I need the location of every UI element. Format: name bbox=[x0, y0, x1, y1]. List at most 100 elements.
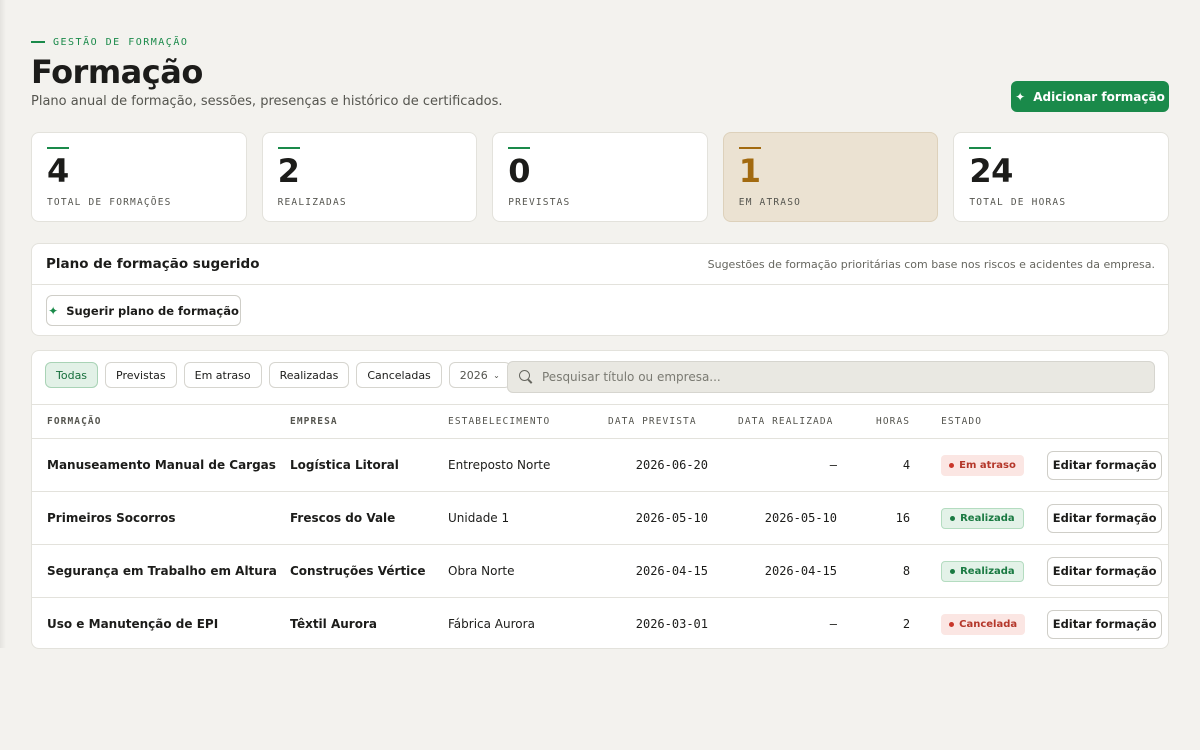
cell-actions: Editar formação bbox=[1047, 492, 1168, 545]
suggest-plan-label: Sugerir plano de formação bbox=[66, 303, 239, 318]
cell-company: Logística Litoral bbox=[290, 458, 399, 472]
eyebrow: GESTÃO DE FORMAÇÃO bbox=[31, 34, 1169, 50]
plan-description: Sugestões de formação prioritárias com b… bbox=[707, 257, 1155, 271]
status-dot-icon bbox=[949, 621, 955, 627]
plan-header: Plano de formação sugerido Sugestões de … bbox=[32, 244, 1168, 285]
table-header-row: FORMAÇÃO EMPRESA ESTABELECIMENTO DATA PR… bbox=[32, 404, 1168, 439]
stat-accent bbox=[47, 147, 69, 149]
col-header-actions bbox=[1047, 405, 1168, 439]
filter-chip-planned[interactable]: Previstas bbox=[105, 362, 177, 388]
filter-chip-all[interactable]: Todas bbox=[45, 362, 99, 388]
table-row[interactable]: Segurança em Trabalho em Altura Construç… bbox=[32, 545, 1168, 598]
table-row[interactable]: Manuseamento Manual de Cargas Logística … bbox=[32, 439, 1168, 492]
cell-done-date: 2026-04-15 bbox=[764, 564, 837, 578]
search-icon bbox=[519, 370, 533, 384]
cell-company: Frescos do Vale bbox=[290, 511, 396, 525]
stat-card-late: 1 EM ATRASO bbox=[722, 132, 939, 222]
training-page: GESTÃO DE FORMAÇÃO Formação Plano anual … bbox=[31, 34, 1169, 649]
filter-chip-cancelled[interactable]: Canceladas bbox=[356, 362, 442, 388]
stat-value: 2 bbox=[277, 152, 300, 190]
cell-status: Cancelada bbox=[910, 598, 1047, 649]
cell-hours: 2 bbox=[902, 617, 911, 632]
stat-accent bbox=[508, 147, 531, 149]
stat-value: 0 bbox=[508, 152, 530, 190]
stat-label: TOTAL DE FORMAÇÕES bbox=[47, 197, 172, 208]
cell-status: Em atraso bbox=[910, 439, 1047, 492]
training-table-panel: Todas Previstas Em atraso Realizadas Can… bbox=[31, 350, 1169, 649]
col-header-company[interactable]: EMPRESA bbox=[290, 405, 448, 439]
cell-done-date: 2026-05-10 bbox=[764, 511, 837, 525]
status-text: Realizada bbox=[960, 512, 1015, 524]
filter-chip-done[interactable]: Realizadas bbox=[268, 362, 350, 388]
stat-value: 4 bbox=[47, 152, 69, 190]
cell-done-date: — bbox=[829, 617, 837, 632]
col-header-status[interactable]: ESTADO bbox=[910, 405, 1047, 439]
plan-title: Plano de formação sugerido bbox=[46, 256, 260, 272]
add-training-label: Adicionar formação bbox=[1033, 89, 1165, 104]
stat-card-done: 2 REALIZADAS bbox=[261, 132, 478, 222]
cell-planned-date: 2026-06-20 bbox=[635, 458, 708, 472]
status-badge: Em atraso bbox=[941, 454, 1024, 476]
search-input[interactable] bbox=[542, 370, 1132, 384]
status-filters: Todas Previstas Em atraso Realizadas Can… bbox=[45, 362, 511, 388]
year-select[interactable]: 2026 ⌄ bbox=[448, 362, 511, 388]
cell-training: Uso e Manutenção de EPI bbox=[47, 617, 219, 632]
cell-done-date: — bbox=[829, 458, 837, 472]
cell-hours: 16 bbox=[895, 511, 911, 525]
sparkle-icon: ✦ bbox=[1015, 89, 1026, 104]
col-header-hours[interactable]: HORAS bbox=[837, 405, 910, 439]
year-value: 2026 bbox=[459, 368, 488, 382]
edit-training-button[interactable]: Editar formação bbox=[1047, 609, 1163, 639]
cell-training: Manuseamento Manual de Cargas bbox=[47, 458, 276, 472]
table-row[interactable]: Primeiros Socorros Frescos do Vale Unida… bbox=[32, 492, 1168, 545]
col-header-done-date[interactable]: DATA REALIZADA bbox=[708, 405, 837, 439]
left-edge-shadow bbox=[0, 0, 6, 648]
status-text: Em atraso bbox=[959, 459, 1016, 471]
cell-hours: 8 bbox=[902, 564, 911, 578]
eyebrow-accent-line bbox=[31, 41, 45, 43]
status-text: Realizada bbox=[960, 565, 1015, 577]
stat-card-total: 4 TOTAL DE FORMAÇÕES bbox=[31, 132, 247, 222]
edit-training-button[interactable]: Editar formação bbox=[1047, 556, 1163, 586]
stat-card-hours: 24 TOTAL DE HORAS bbox=[953, 132, 1169, 222]
status-dot-icon bbox=[950, 515, 956, 521]
stat-value: 1 bbox=[738, 152, 761, 190]
stat-label: REALIZADAS bbox=[277, 197, 347, 208]
col-header-training[interactable]: FORMAÇÃO bbox=[32, 405, 290, 439]
stat-accent bbox=[277, 147, 300, 149]
training-table: FORMAÇÃO EMPRESA ESTABELECIMENTO DATA PR… bbox=[32, 404, 1168, 649]
filter-chip-late[interactable]: Em atraso bbox=[183, 362, 262, 388]
stat-card-planned: 0 PREVISTAS bbox=[492, 132, 708, 222]
status-badge: Realizada bbox=[941, 507, 1024, 529]
search-box[interactable] bbox=[507, 361, 1155, 393]
stat-value: 24 bbox=[969, 152, 1013, 190]
edit-training-button[interactable]: Editar formação bbox=[1047, 503, 1163, 533]
status-badge: Realizada bbox=[941, 560, 1024, 582]
chevron-down-icon: ⌄ bbox=[493, 370, 500, 380]
cell-actions: Editar formação bbox=[1047, 598, 1168, 649]
col-header-establishment[interactable]: ESTABELECIMENTO bbox=[448, 405, 588, 439]
stats-row: 4 TOTAL DE FORMAÇÕES 2 REALIZADAS 0 PREV… bbox=[31, 132, 1169, 222]
cell-training: Primeiros Socorros bbox=[47, 511, 176, 525]
status-badge: Cancelada bbox=[941, 613, 1026, 635]
cell-training: Segurança em Trabalho em Altura bbox=[47, 564, 277, 578]
cell-status: Realizada bbox=[910, 492, 1047, 545]
cell-company: Têxtil Aurora bbox=[290, 617, 377, 632]
suggested-plan-panel: Plano de formação sugerido Sugestões de … bbox=[31, 243, 1169, 336]
cell-actions: Editar formação bbox=[1047, 545, 1168, 598]
add-training-button[interactable]: ✦ Adicionar formação bbox=[1011, 81, 1169, 112]
status-dot-icon bbox=[950, 568, 956, 574]
cell-status: Realizada bbox=[910, 545, 1047, 598]
cell-actions: Editar formação bbox=[1047, 439, 1168, 492]
stat-accent bbox=[969, 147, 992, 149]
edit-training-button[interactable]: Editar formação bbox=[1047, 450, 1163, 480]
cell-establishment: Fábrica Aurora bbox=[448, 617, 535, 632]
sparkle-icon: ✦ bbox=[48, 303, 59, 318]
cell-establishment: Unidade 1 bbox=[448, 511, 510, 525]
suggest-plan-button[interactable]: ✦ Sugerir plano de formação bbox=[46, 295, 241, 326]
cell-hours: 4 bbox=[902, 458, 911, 472]
table-row[interactable]: Uso e Manutenção de EPI Têxtil Aurora Fá… bbox=[32, 598, 1168, 649]
col-header-planned-date[interactable]: DATA PREVISTA bbox=[588, 405, 708, 439]
cell-planned-date: 2026-05-10 bbox=[635, 511, 708, 525]
stat-accent bbox=[738, 147, 761, 149]
